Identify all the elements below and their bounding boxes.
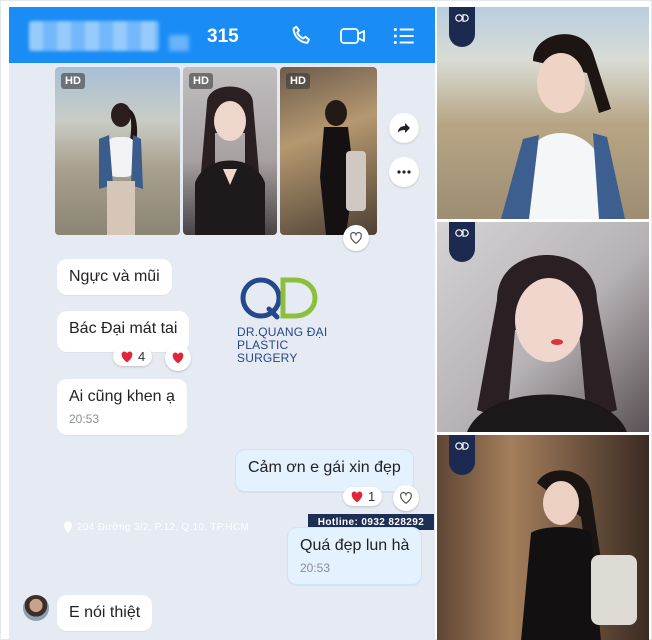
collage-photo-2[interactable] xyxy=(437,222,649,432)
chat-header: 315 xyxy=(9,7,435,63)
message-text: Ai cũng khen ạ xyxy=(69,388,175,405)
message-text: Ngực và mũi xyxy=(69,268,160,285)
message-time: 20:53 xyxy=(69,412,100,426)
qd-logo-icon xyxy=(240,277,318,320)
message-time: 20:53 xyxy=(300,561,331,575)
photo-thumbnail-3[interactable]: HD xyxy=(280,67,377,235)
message-bubble[interactable]: Ngực và mũi xyxy=(57,259,172,295)
qd-logo-icon xyxy=(455,442,469,450)
collage-photo-3[interactable] xyxy=(437,435,649,640)
message-text: Bác Đại mát tai xyxy=(69,320,178,337)
message-bubble[interactable]: Ai cũng khen ạ 20:53 xyxy=(57,379,187,435)
logo-line-3: SURGERY xyxy=(237,351,298,365)
heart-outline-icon xyxy=(400,491,412,504)
more-dots-icon xyxy=(397,170,411,174)
clinic-badge xyxy=(449,435,475,475)
photo-thumbnail-1[interactable]: HD xyxy=(55,67,180,235)
blurred-contact-name xyxy=(29,21,159,51)
reaction-count: 1 xyxy=(368,489,376,504)
clinic-badge xyxy=(449,7,475,47)
hd-badge: HD xyxy=(61,73,85,89)
hd-badge: HD xyxy=(189,73,213,89)
post-image-collage: 315 HD HD HD Ngực và mũi Bác Đại mát tai… xyxy=(0,0,652,640)
collage-photo-1[interactable] xyxy=(437,7,649,219)
reaction-count: 4 xyxy=(138,349,146,364)
heart-outline-icon xyxy=(350,231,362,244)
phone-icon[interactable] xyxy=(289,23,315,49)
heart-icon xyxy=(172,352,184,364)
person-silhouette xyxy=(467,255,627,432)
video-call-icon[interactable] xyxy=(339,23,367,49)
share-button[interactable] xyxy=(389,113,419,143)
person-silhouette xyxy=(320,100,366,235)
message-bubble-sent[interactable]: Quá đẹp lun hà 20:53 xyxy=(287,527,423,585)
reaction-summary[interactable]: 1 xyxy=(343,487,383,506)
watermark-address: 204 Đường 3/2, P.12, Q.10, TP.HCM xyxy=(63,521,249,533)
react-button[interactable] xyxy=(165,345,191,371)
message-bubble[interactable]: E nói thiệt xyxy=(57,595,153,631)
share-arrow-icon xyxy=(398,123,410,133)
qd-logo-icon xyxy=(455,14,469,22)
chat-screenshot: 315 HD HD HD Ngực và mũi Bác Đại mát tai… xyxy=(9,7,435,640)
message-text: E nói thiệt xyxy=(69,604,141,621)
hd-badge: HD xyxy=(286,73,310,89)
heart-icon xyxy=(351,491,363,502)
address-text: 204 Đường 3/2, P.12, Q.10, TP.HCM xyxy=(77,521,250,533)
heart-icon xyxy=(121,351,133,362)
avatar[interactable] xyxy=(23,595,49,621)
unread-count: 315 xyxy=(207,26,239,47)
person-silhouette xyxy=(521,470,637,640)
photo-thumbnail-2[interactable]: HD xyxy=(183,67,277,235)
blurred-contact-name-extra xyxy=(169,35,189,51)
react-button[interactable] xyxy=(393,485,419,511)
message-text: Cảm ơn e gái xin đẹp xyxy=(248,459,401,476)
message-text: Quá đẹp lun hà xyxy=(300,537,410,554)
reaction-summary[interactable]: 4 xyxy=(113,347,153,366)
message-bubble-sent[interactable]: Cảm ơn e gái xin đẹp xyxy=(235,449,414,492)
person-silhouette xyxy=(501,34,625,219)
location-pin-icon xyxy=(64,521,72,533)
person-silhouette xyxy=(195,86,265,235)
clinic-watermark-logo: DR.QUANG ĐẠI PLASTIC SURGERY xyxy=(237,275,347,365)
react-button[interactable] xyxy=(343,225,369,251)
more-options-button[interactable] xyxy=(389,157,419,187)
menu-icon[interactable] xyxy=(391,23,417,49)
message-bubble[interactable]: Bác Đại mát tai xyxy=(57,311,190,352)
person-silhouette xyxy=(99,103,143,235)
photo-message-group: HD HD HD xyxy=(55,67,377,235)
